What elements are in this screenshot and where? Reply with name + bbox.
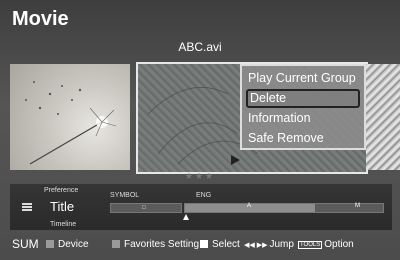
file-name: ABC.avi <box>178 40 222 54</box>
symbol-bar[interactable]: □ <box>110 203 182 213</box>
option-label: Option <box>324 239 354 250</box>
eng-marker-start: A <box>247 203 252 209</box>
menu-item-safe-remove[interactable]: Safe Remove <box>246 129 362 148</box>
device-key-icon <box>46 240 54 248</box>
jump-icon: ◀◀ ▶▶ <box>244 242 268 249</box>
timeline-panel: Preference Title Timeline SYMBOL □ ENG A… <box>10 184 392 230</box>
symbol-marker: □ <box>142 205 146 211</box>
rating-stars: ★★★ <box>184 171 216 181</box>
select-hint[interactable]: Select <box>200 239 240 250</box>
tools-icon: TOOLS <box>298 241 323 249</box>
position-pointer-icon <box>183 214 189 220</box>
menu-item-information[interactable]: Information <box>246 109 362 128</box>
device-label: Device <box>58 239 89 250</box>
device-hint[interactable]: Device <box>46 239 89 250</box>
favorites-setting-hint[interactable]: Favorites Setting <box>112 239 199 250</box>
cursor-arrow-icon <box>231 155 240 165</box>
option-hint[interactable]: TOOLS Option <box>298 239 354 250</box>
menu-item-play-current-group[interactable]: Play Current Group <box>246 69 362 88</box>
menu-item-delete[interactable]: Delete <box>246 89 360 108</box>
symbol-column-label: SYMBOL <box>110 192 140 199</box>
sum-label: SUM <box>12 237 39 251</box>
select-key-icon <box>200 240 208 248</box>
sort-title-label: Title <box>50 199 75 214</box>
movie-screen: Movie ABC.avi Play Current Group Delete … <box>0 0 400 260</box>
eng-bar[interactable]: A M <box>184 203 384 213</box>
menu-icon <box>22 203 32 211</box>
favorites-label: Favorites Setting <box>124 239 200 250</box>
preference-label[interactable]: Preference <box>44 187 78 194</box>
jump-hint[interactable]: ◀◀ ▶▶ Jump <box>244 239 294 250</box>
favorites-key-icon <box>112 240 120 248</box>
jump-label: Jump <box>269 239 294 250</box>
page-title: Movie <box>12 8 69 30</box>
eng-marker-end: M <box>355 203 360 209</box>
sort-title-row[interactable]: Title <box>22 199 112 214</box>
bottom-help-bar: SUM Device Favorites Setting Select ◀◀ ▶… <box>0 233 400 257</box>
context-menu: Play Current Group Delete Information Sa… <box>240 64 366 150</box>
select-label: Select <box>212 239 240 250</box>
thumbnail-next[interactable] <box>366 64 400 170</box>
eng-column-label: ENG <box>196 192 212 199</box>
timeline-label[interactable]: Timeline <box>50 221 76 228</box>
thumbnail-previous[interactable] <box>10 64 130 170</box>
dandelion-image <box>25 81 117 165</box>
